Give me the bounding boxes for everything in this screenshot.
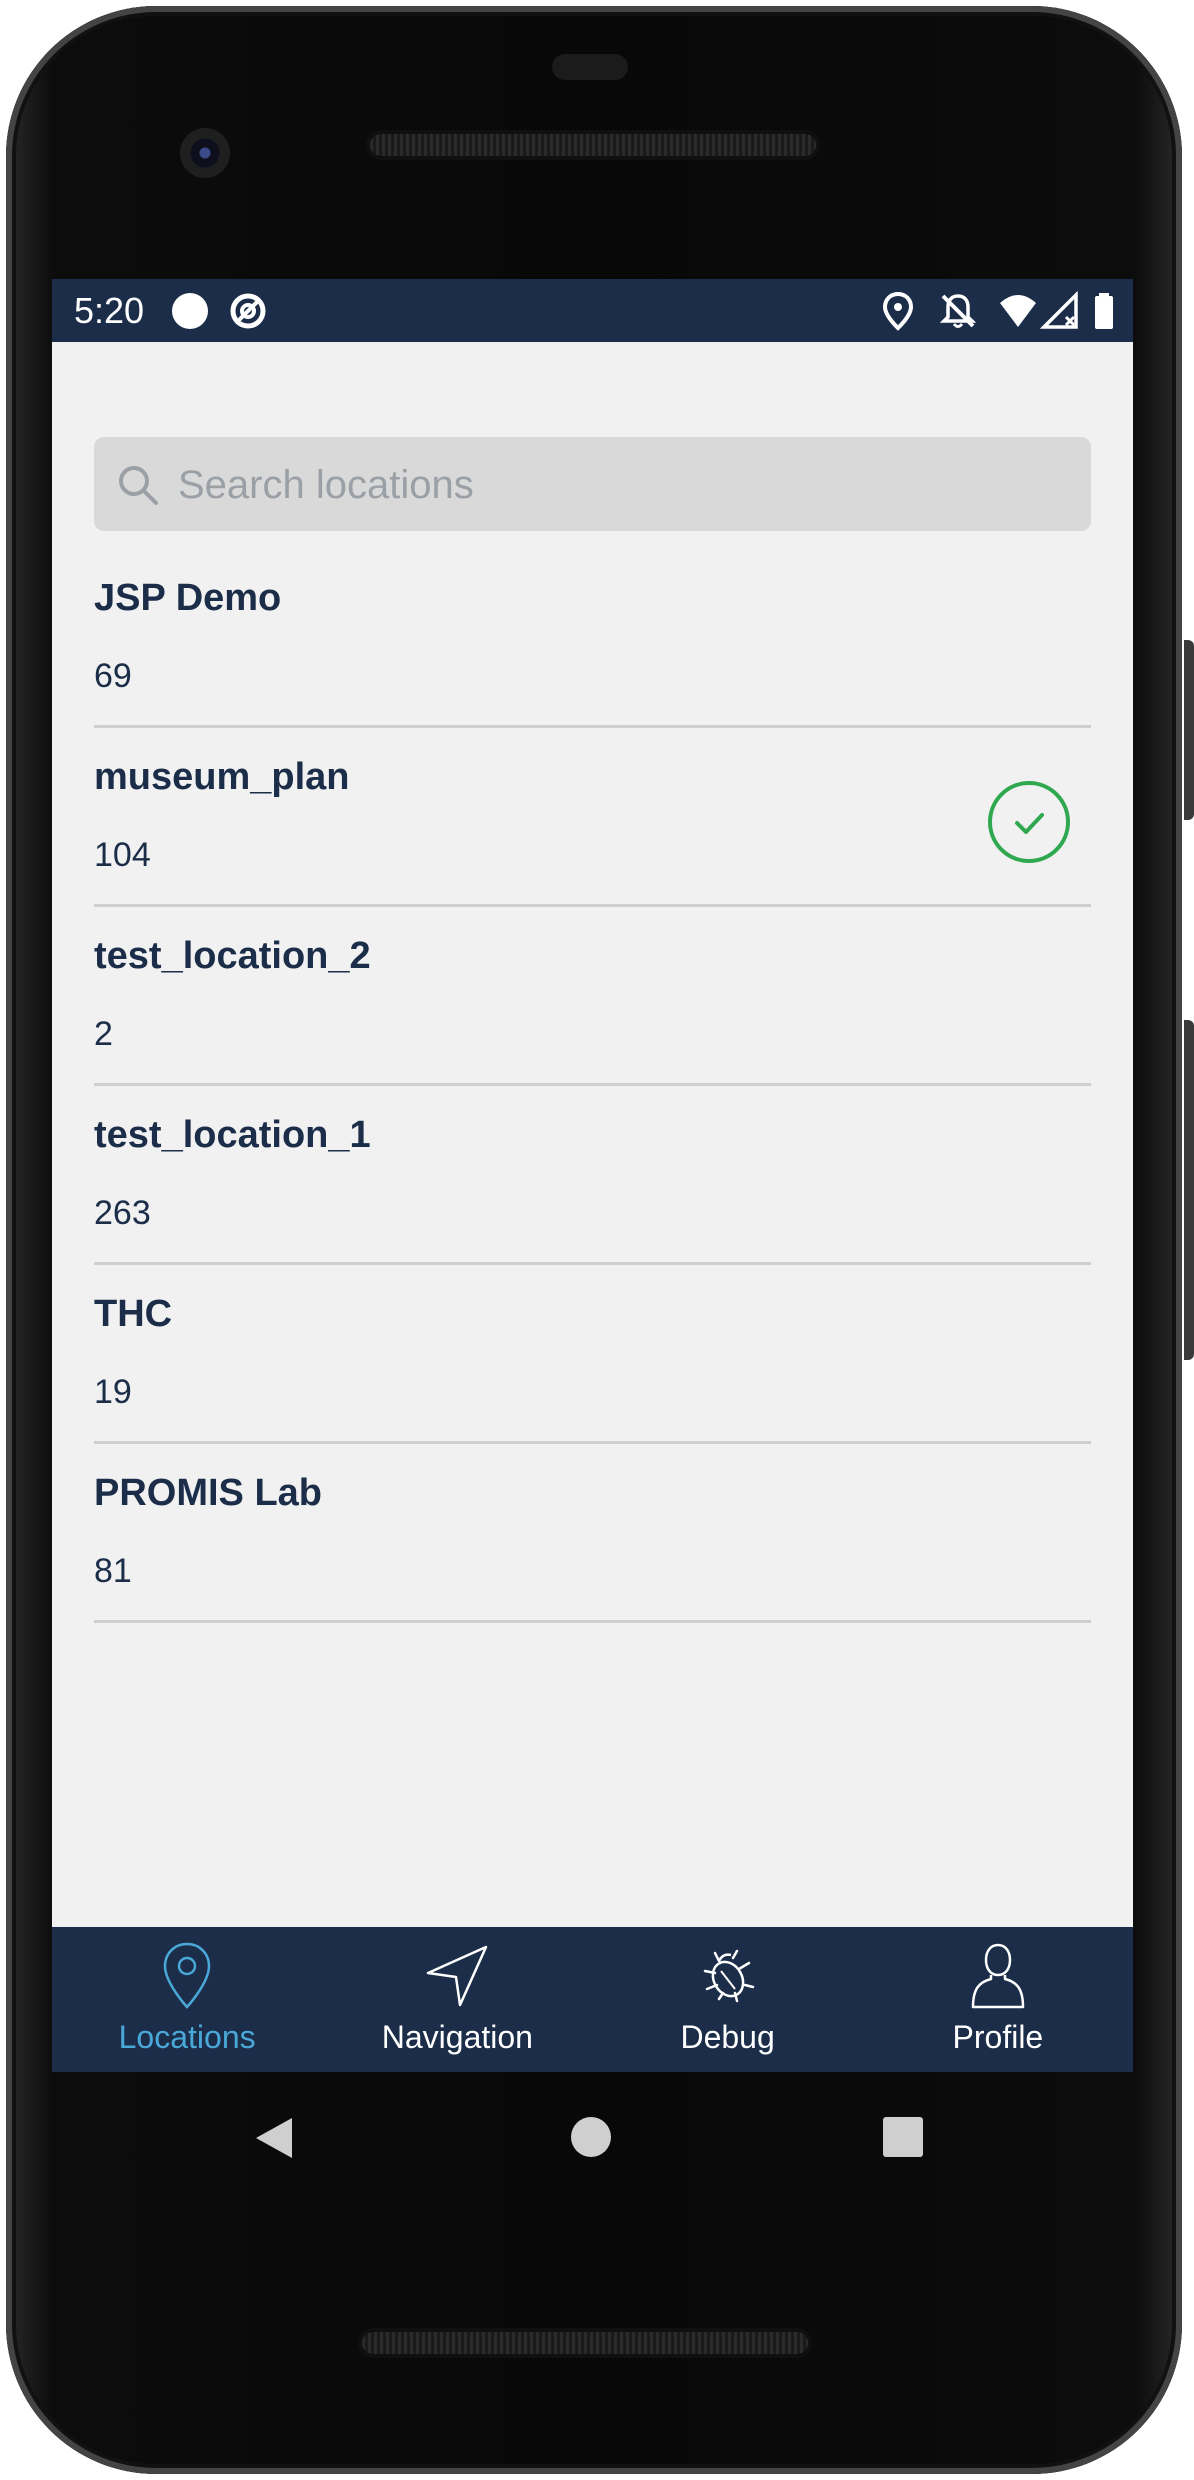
sync-disabled-icon	[230, 293, 266, 329]
location-name: PROMIS Lab	[94, 1472, 323, 1514]
status-time: 5:20	[74, 290, 145, 331]
search-icon	[119, 466, 158, 505]
tab-locations[interactable]: Locations	[52, 1927, 322, 2072]
location-count: 104	[94, 836, 151, 874]
status-bar: 5:20	[52, 279, 1133, 342]
selected-check-icon	[988, 781, 1070, 863]
location-name: JSP Demo	[94, 577, 282, 619]
location-count: 69	[94, 657, 132, 695]
tab-debug[interactable]: Debug	[593, 1927, 863, 2072]
top-speaker	[370, 134, 816, 156]
search-bar[interactable]	[94, 437, 1091, 533]
tab-label: Navigation	[381, 2019, 533, 2055]
location-name: museum_plan	[94, 756, 350, 798]
navigation-arrow-icon	[427, 1945, 488, 2007]
location-list: JSP Demo 69 museum_plan 104 test_locatio…	[94, 549, 1091, 1623]
power-button	[1184, 1020, 1194, 1360]
list-item[interactable]: test_location_1 263	[94, 1086, 1091, 1265]
volume-button	[1184, 640, 1194, 820]
phone-frame: 5:20 Search locations JSP Demo 69 museum…	[0, 0, 1194, 2480]
front-camera	[180, 128, 230, 178]
location-name: THC	[94, 1293, 173, 1335]
list-item[interactable]: THC 19	[94, 1265, 1091, 1444]
wifi-icon	[1000, 295, 1036, 327]
battery-icon	[1095, 293, 1113, 329]
location-count: 263	[94, 1194, 151, 1232]
location-count: 2	[94, 1015, 113, 1053]
tab-label: Debug	[680, 2019, 775, 2055]
location-count: 19	[94, 1373, 132, 1411]
person-icon	[971, 1943, 1025, 2009]
location-count: 81	[94, 1552, 132, 1590]
tab-label: Profile	[952, 2019, 1044, 2055]
bottom-navigation: Locations Navigation Debug Profile	[52, 1927, 1133, 2072]
signal-icon	[1040, 291, 1078, 329]
recents-button[interactable]	[882, 2116, 924, 2158]
location-pin-icon	[163, 1942, 211, 2009]
notification-dot-icon	[172, 293, 208, 329]
location-name: test_location_2	[94, 935, 371, 977]
tab-navigation[interactable]: Navigation	[322, 1927, 592, 2072]
search-input[interactable]	[176, 437, 1060, 533]
back-button[interactable]	[254, 2116, 294, 2160]
list-item[interactable]: test_location_2 2	[94, 907, 1091, 1086]
earpiece	[552, 54, 628, 80]
list-item[interactable]: PROMIS Lab 81	[94, 1444, 1091, 1623]
tab-label: Locations	[118, 2019, 256, 2055]
app-screen: 5:20 Search locations JSP Demo 69 museum…	[52, 279, 1133, 2072]
location-name: test_location_1	[94, 1114, 371, 1156]
list-item[interactable]: JSP Demo 69	[94, 549, 1091, 728]
location-status-icon	[882, 291, 914, 331]
bottom-speaker	[362, 2332, 808, 2354]
tab-profile[interactable]: Profile	[863, 1927, 1133, 2072]
list-item[interactable]: museum_plan 104	[94, 728, 1091, 907]
home-button[interactable]	[570, 2116, 612, 2158]
notifications-off-icon	[939, 294, 977, 328]
bug-icon	[703, 1949, 754, 2003]
